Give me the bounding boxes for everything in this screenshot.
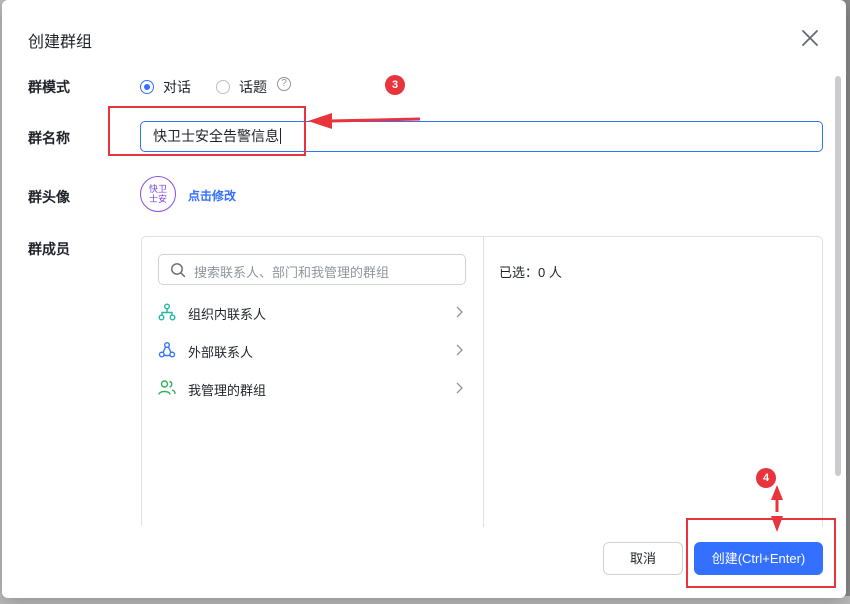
search-placeholder: 搜索联系人、部门和我管理的群组 xyxy=(194,265,390,280)
list-item-label: 外部联系人 xyxy=(188,345,254,360)
name-label: 群名称 xyxy=(28,130,70,146)
list-item-label: 组织内联系人 xyxy=(188,307,267,322)
members-label: 群成员 xyxy=(28,241,70,257)
chevron-right-icon xyxy=(456,382,463,394)
avatar-text-line1: 快卫 xyxy=(148,184,167,194)
panel-divider xyxy=(483,237,484,527)
annotation-step-4-badge: 4 xyxy=(756,468,776,488)
radio-mode-topic-label: 话题 xyxy=(239,79,267,95)
members-picker: 搜索联系人、部门和我管理的群组 组织内联系人 外部联系人 我管理的群组 已选：0… xyxy=(141,236,823,527)
create-group-dialog: 创建群组 群模式 对话 话题 ? 群名称 快卫士安全告警信息 群头像 快卫 士安… xyxy=(2,0,846,598)
list-item-managed-groups[interactable]: 我管理的群组 xyxy=(158,377,468,401)
group-name-value: 快卫士安全告警信息 xyxy=(153,128,279,144)
external-contacts-icon xyxy=(158,342,176,358)
list-item-org-contacts[interactable]: 组织内联系人 xyxy=(158,301,468,325)
avatar-text-line2: 士安 xyxy=(148,194,167,204)
avatar-edit-link[interactable]: 点击修改 xyxy=(188,187,236,204)
list-item-external-contacts[interactable]: 外部联系人 xyxy=(158,339,468,363)
help-icon[interactable]: ? xyxy=(277,77,291,91)
group-avatar[interactable]: 快卫 士安 xyxy=(140,176,176,212)
text-caret xyxy=(280,128,281,144)
cancel-button[interactable]: 取消 xyxy=(603,542,683,575)
managed-groups-icon xyxy=(158,380,176,395)
avatar-label: 群头像 xyxy=(28,189,70,205)
radio-checked-indicator xyxy=(140,80,154,94)
selected-count: 已选：0 人 xyxy=(499,265,562,280)
group-name-input[interactable]: 快卫士安全告警信息 xyxy=(140,121,823,152)
members-search-input[interactable]: 搜索联系人、部门和我管理的群组 xyxy=(158,254,466,285)
scrollbar-thumb[interactable] xyxy=(835,76,841,476)
close-icon[interactable] xyxy=(798,26,822,50)
mode-label: 群模式 xyxy=(28,79,70,95)
dialog-title: 创建群组 xyxy=(28,34,93,51)
annotation-step-3-badge: 3 xyxy=(385,75,405,95)
radio-mode-chat[interactable]: 对话 xyxy=(140,77,191,97)
radio-unchecked-indicator xyxy=(216,80,230,94)
chevron-right-icon xyxy=(456,344,463,356)
org-tree-icon xyxy=(158,303,176,321)
search-icon xyxy=(171,263,186,278)
chevron-right-icon xyxy=(456,306,463,318)
radio-mode-chat-label: 对话 xyxy=(163,79,191,95)
dialog-scrollbar[interactable] xyxy=(834,72,842,482)
create-button[interactable]: 创建(Ctrl+Enter) xyxy=(694,542,823,575)
list-item-label: 我管理的群组 xyxy=(188,383,267,398)
radio-mode-topic[interactable]: 话题 xyxy=(216,77,267,97)
